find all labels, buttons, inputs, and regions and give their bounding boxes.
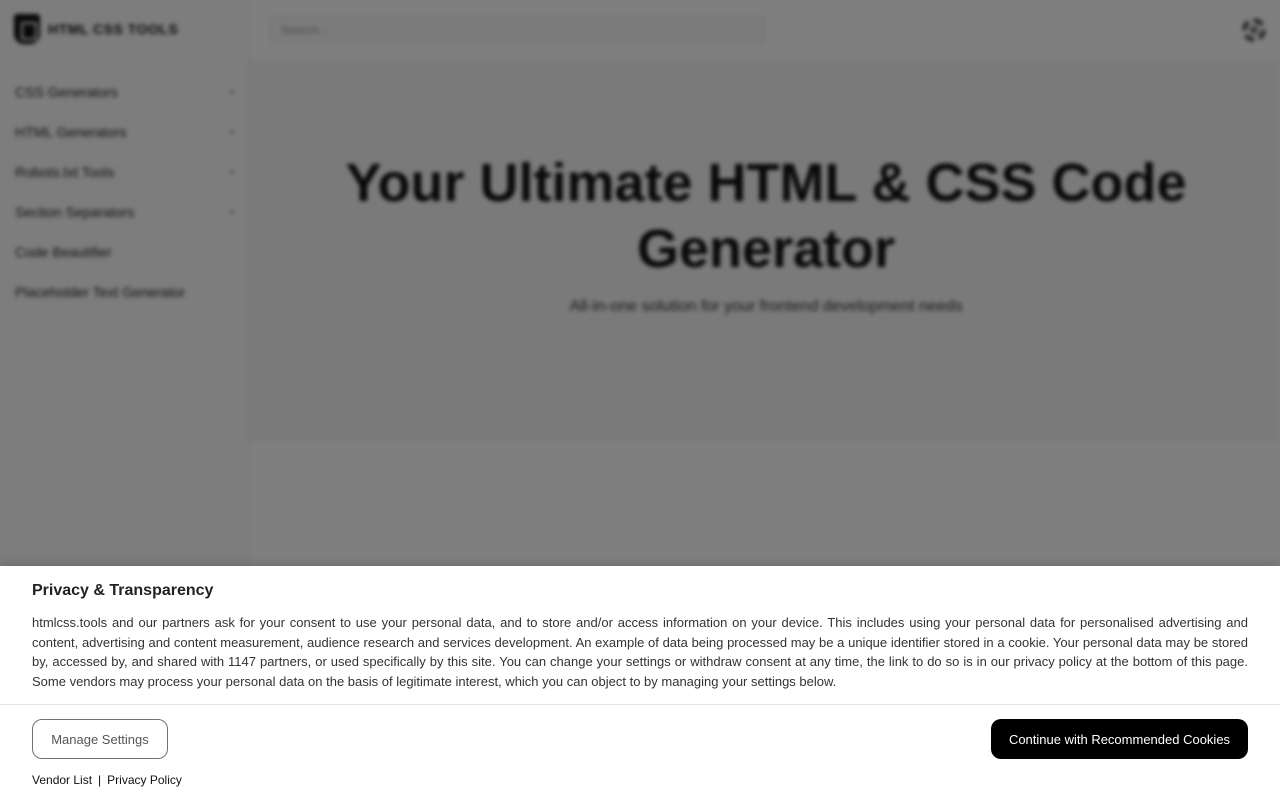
manage-settings-button[interactable]: Manage Settings — [32, 719, 168, 759]
divider — [0, 704, 1280, 705]
continue-recommended-cookies-button[interactable]: Continue with Recommended Cookies — [991, 719, 1248, 759]
consent-body-text: htmlcss.tools and our partners ask for y… — [32, 615, 1248, 689]
link-separator: | — [98, 773, 102, 787]
consent-banner: Privacy & Transparency htmlcss.tools and… — [0, 566, 1280, 800]
consent-title: Privacy & Transparency — [32, 582, 214, 599]
vendor-list-link[interactable]: Vendor List — [32, 773, 92, 787]
consent-footer-links: Vendor List | Privacy Policy — [32, 773, 182, 787]
privacy-policy-link[interactable]: Privacy Policy — [107, 773, 182, 787]
